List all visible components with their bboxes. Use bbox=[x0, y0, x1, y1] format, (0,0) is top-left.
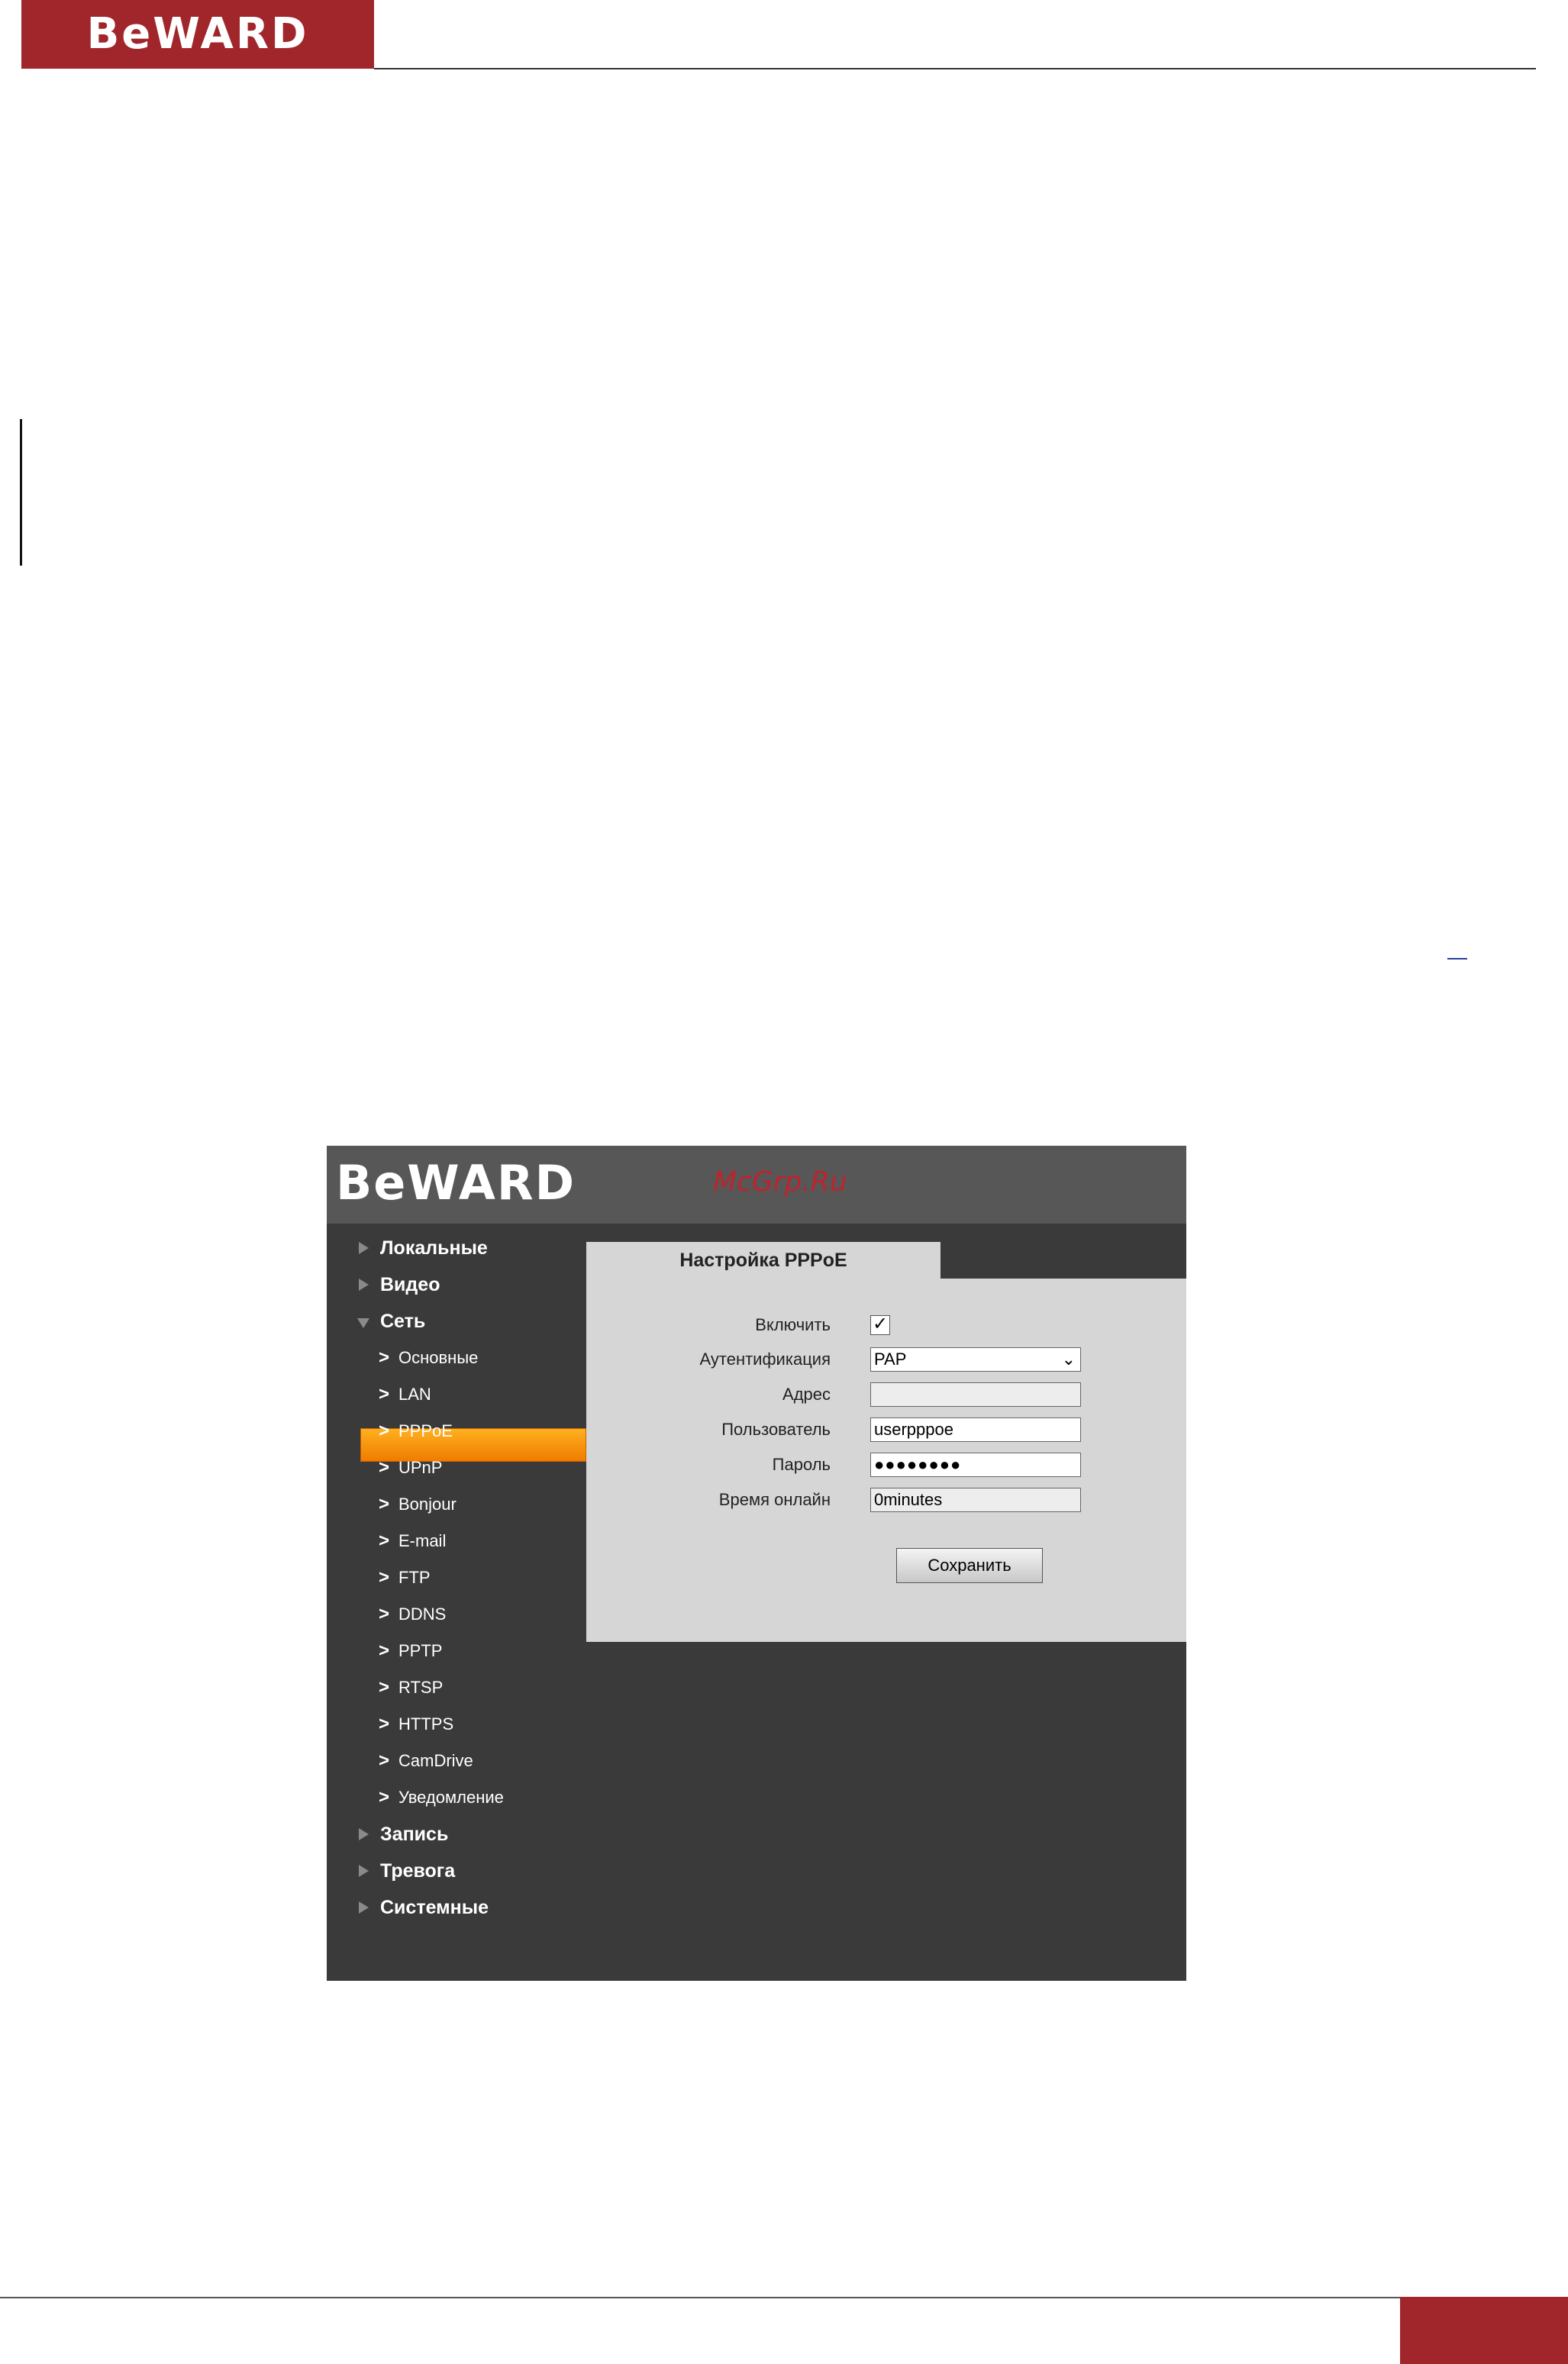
header-rule bbox=[374, 68, 1536, 69]
nav-sub-label: Основные bbox=[398, 1348, 479, 1367]
chevron-right-icon: > bbox=[379, 1750, 390, 1771]
nav-sub-label: UPnP bbox=[398, 1458, 443, 1477]
triangle-right-icon bbox=[359, 1279, 369, 1291]
footnote-link[interactable] bbox=[1447, 958, 1467, 959]
address-label: Адрес bbox=[782, 1385, 831, 1404]
app-logo: BeWARD bbox=[336, 1155, 576, 1211]
triangle-right-icon bbox=[359, 1865, 369, 1877]
nav-sub-label: PPTP bbox=[398, 1641, 443, 1660]
auth-select[interactable]: PAP ⌄ bbox=[870, 1347, 1081, 1372]
nav-sub-label: FTP bbox=[398, 1568, 431, 1587]
nav-network-label: Сеть bbox=[380, 1311, 426, 1332]
username-field[interactable]: userpppoe bbox=[870, 1417, 1081, 1442]
chevron-right-icon: > bbox=[379, 1494, 390, 1514]
triangle-down-icon bbox=[357, 1318, 369, 1328]
document-logo: BeWARD bbox=[21, 0, 374, 69]
nav-sub-label: Уведомление bbox=[398, 1788, 504, 1807]
nav-system-label: Системные bbox=[380, 1897, 489, 1918]
nav-sub-label: Bonjour bbox=[398, 1495, 457, 1514]
nav-sub-label: HTTPS bbox=[398, 1714, 454, 1733]
sidebar: Локальные Видео Сеть > Основные > LAN > … bbox=[327, 1224, 586, 1981]
camera-web-ui: BeWARD McGrp.Ru Локальные Видео Сеть > О… bbox=[327, 1146, 1186, 1981]
chevron-right-icon: > bbox=[379, 1714, 390, 1734]
triangle-right-icon bbox=[359, 1242, 369, 1254]
check-icon: ✓ bbox=[872, 1314, 889, 1334]
chevron-right-icon: > bbox=[379, 1787, 390, 1808]
nav-sub-label: CamDrive bbox=[398, 1751, 473, 1770]
nav-alarm-label: Тревога bbox=[380, 1860, 456, 1882]
chevron-right-icon: > bbox=[379, 1640, 390, 1661]
online-time-field: 0minutes bbox=[870, 1488, 1081, 1512]
address-field[interactable] bbox=[870, 1382, 1081, 1407]
nav-sub-label: PPPoE bbox=[398, 1421, 453, 1440]
nav-record-label: Запись bbox=[380, 1824, 449, 1845]
nav-sub-label: DDNS bbox=[398, 1604, 447, 1624]
online-time-label: Время онлайн bbox=[718, 1490, 831, 1509]
chevron-right-icon: > bbox=[379, 1421, 390, 1441]
pppoe-settings-panel: Включить ✓ Аутентификация PAP ⌄ Адрес По… bbox=[586, 1279, 1186, 1642]
nav-sub-label: LAN bbox=[398, 1385, 431, 1404]
auth-select-value: PAP bbox=[874, 1350, 907, 1369]
chevron-right-icon: > bbox=[379, 1384, 390, 1405]
chevron-right-icon: > bbox=[379, 1530, 390, 1551]
footer-page-block bbox=[1400, 2297, 1568, 2364]
auth-label: Аутентификация bbox=[699, 1350, 831, 1369]
tab-pppoe-settings[interactable]: Настройка PPPoE bbox=[586, 1242, 940, 1279]
nav-sub-label: E-mail bbox=[398, 1531, 447, 1550]
nav-sub-label: RTSP bbox=[398, 1678, 444, 1697]
side-marker-bar bbox=[20, 419, 22, 566]
chevron-right-icon: > bbox=[379, 1567, 390, 1588]
triangle-right-icon bbox=[359, 1828, 369, 1840]
chevron-down-icon: ⌄ bbox=[1061, 1350, 1076, 1369]
enable-checkbox[interactable]: ✓ bbox=[870, 1315, 890, 1335]
password-field[interactable]: ●●●●●●●● bbox=[870, 1453, 1081, 1477]
username-label: Пользователь bbox=[721, 1420, 831, 1439]
app-header: BeWARD McGrp.Ru bbox=[327, 1146, 1186, 1224]
save-button[interactable]: Сохранить bbox=[896, 1548, 1043, 1583]
chevron-right-icon: > bbox=[379, 1677, 390, 1698]
chevron-right-icon: > bbox=[379, 1347, 390, 1368]
password-label: Пароль bbox=[772, 1455, 831, 1474]
chevron-right-icon: > bbox=[379, 1604, 390, 1624]
chevron-right-icon: > bbox=[379, 1457, 390, 1478]
enable-label: Включить bbox=[755, 1315, 831, 1334]
triangle-right-icon bbox=[359, 1901, 369, 1914]
active-nav-highlight bbox=[360, 1428, 586, 1462]
watermark: McGrp.Ru bbox=[713, 1166, 847, 1198]
nav-video-label: Видео bbox=[380, 1274, 440, 1295]
footer-rule bbox=[0, 2297, 1400, 2298]
nav-local-label: Локальные bbox=[380, 1237, 488, 1259]
